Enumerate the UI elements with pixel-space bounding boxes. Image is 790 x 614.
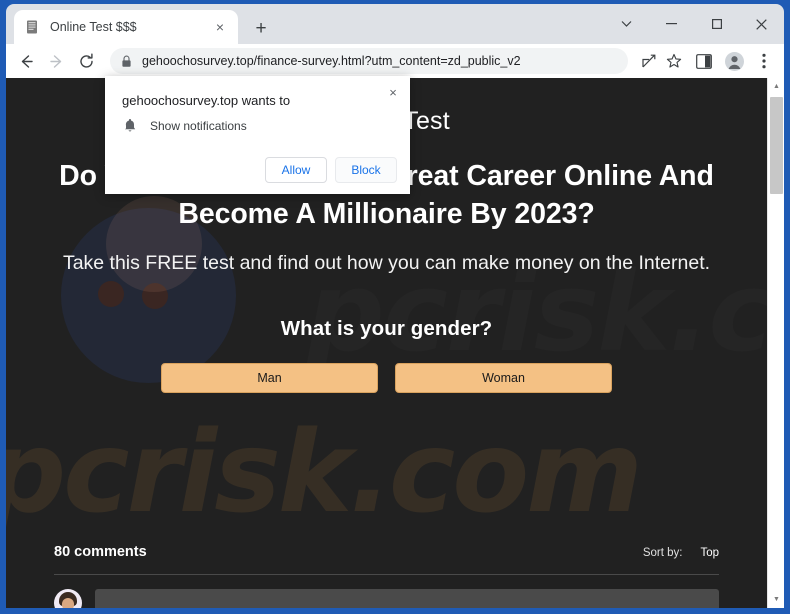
tab-close-icon[interactable]: ×	[210, 17, 230, 37]
document-icon	[24, 19, 40, 35]
comments-header: 80 comments Sort by: Top	[54, 544, 719, 575]
side-panel-icon[interactable]	[690, 47, 718, 75]
tab-title: Online Test $$$	[50, 20, 137, 34]
url-text: gehoochosurvey.top/finance-survey.html?u…	[142, 54, 521, 68]
block-button[interactable]: Block	[335, 157, 397, 183]
answer-button-woman[interactable]: Woman	[395, 362, 612, 393]
sort-by-label: Sort by:	[642, 547, 683, 559]
popup-permission-row: Show notifications	[122, 118, 247, 133]
minimize-button[interactable]	[649, 4, 694, 44]
reload-button[interactable]	[72, 47, 100, 75]
browser-tab[interactable]: Online Test $$$ ×	[14, 10, 238, 44]
hero-subtitle: Take this FREE test and find out how you…	[62, 252, 711, 275]
survey-question: What is your gender?	[280, 316, 493, 340]
star-icon[interactable]	[660, 47, 688, 75]
avatar	[54, 589, 82, 608]
forward-button[interactable]	[42, 47, 70, 75]
allow-button[interactable]: Allow	[265, 157, 327, 183]
popup-close-icon[interactable]: ×	[383, 82, 403, 102]
tab-search-button[interactable]	[604, 4, 649, 44]
close-button[interactable]	[739, 4, 784, 44]
browser-toolbar: gehoochosurvey.top/finance-survey.html?u…	[6, 44, 784, 78]
sort-by-value[interactable]: Top	[700, 547, 719, 559]
browser-window: Online Test $$$ × + gehoochosurvey.top/f…	[0, 0, 790, 614]
back-button[interactable]	[12, 47, 40, 75]
bell-icon	[122, 118, 137, 133]
scroll-up-icon[interactable]: ▲	[768, 78, 784, 95]
watermark: pcrisk.com	[6, 408, 643, 538]
comments-sort[interactable]: Sort by: Top	[643, 547, 719, 559]
answer-button-man[interactable]: Man	[161, 362, 378, 393]
popup-permission-label: Show notifications	[150, 118, 247, 133]
page-scrollbar[interactable]: ▲ ▼	[767, 78, 784, 608]
scrollbar-thumb[interactable]	[770, 97, 783, 194]
three-dot-menu-icon[interactable]	[750, 47, 778, 75]
popup-actions: Allow Block	[265, 157, 397, 183]
profile-avatar-icon[interactable]	[720, 47, 748, 75]
comments-section: 80 comments Sort by: Top	[54, 544, 719, 608]
maximize-button[interactable]	[694, 4, 739, 44]
lock-icon	[120, 55, 133, 68]
avatar-face	[62, 598, 74, 608]
address-bar[interactable]: gehoochosurvey.top/finance-survey.html?u…	[110, 48, 628, 74]
window-controls	[604, 4, 784, 44]
new-tab-button[interactable]: +	[248, 15, 274, 41]
survey-answers: Man Woman	[54, 362, 719, 393]
comment-input[interactable]	[95, 589, 719, 608]
scroll-down-icon[interactable]: ▼	[768, 591, 784, 608]
comment-compose-row	[54, 589, 719, 608]
tab-strip: Online Test $$$ × +	[6, 4, 784, 44]
notification-permission-popup: × gehoochosurvey.top wants to Show notif…	[105, 76, 410, 194]
popup-title: gehoochosurvey.top wants to	[122, 93, 291, 108]
share-icon[interactable]	[640, 52, 658, 70]
comments-count: 80 comments	[54, 544, 147, 560]
